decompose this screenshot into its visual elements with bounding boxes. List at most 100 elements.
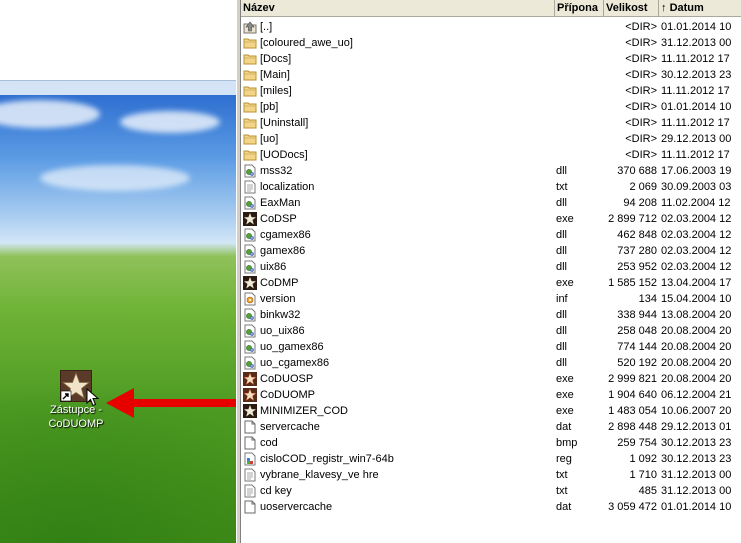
file-date: 01.01.2014 10	[661, 501, 732, 513]
file-size: 94 208	[623, 197, 657, 209]
dll-icon	[243, 164, 257, 178]
file-row[interactable]: uo_cgamex86 dll 520 192 20.08.2004 20	[241, 355, 741, 371]
file-date: 30.09.2003 03	[661, 181, 732, 193]
file-date: 11.11.2012 17	[661, 117, 730, 129]
file-date: 31.12.2013 00	[661, 485, 732, 497]
file-size: 1 092	[629, 453, 657, 465]
file-size: 462 848	[617, 229, 657, 241]
file-row[interactable]: EaxMan dll 94 208 11.02.2004 12	[241, 195, 741, 211]
file-row[interactable]: mss32 dll 370 688 17.06.2003 19	[241, 163, 741, 179]
file-extension: txt	[556, 181, 568, 193]
file-size: <DIR>	[625, 53, 657, 65]
file-extension: exe	[556, 373, 574, 385]
file-size: 2 069	[629, 181, 657, 193]
file-row[interactable]: localization txt 2 069 30.09.2003 03	[241, 179, 741, 195]
file-name: [miles]	[260, 85, 292, 97]
file-row[interactable]: MINIMIZER_COD exe 1 483 054 10.06.2007 20	[241, 403, 741, 419]
file-size: 774 144	[617, 341, 657, 353]
inf-file-icon	[243, 292, 257, 306]
file-name: CoDUOSP	[260, 373, 314, 385]
dll-icon	[243, 308, 257, 322]
file-date: 02.03.2004 12	[661, 213, 732, 225]
file-row[interactable]: CoDUOMP exe 1 904 640 06.12.2004 21	[241, 387, 741, 403]
file-row[interactable]: uo_uix86 dll 258 048 20.08.2004 20	[241, 323, 741, 339]
file-size: 2 999 821	[608, 373, 657, 385]
coduo-star-icon	[243, 372, 257, 386]
file-name: [UODocs]	[260, 149, 308, 161]
column-header-extension[interactable]: Přípona	[555, 0, 604, 16]
file-row[interactable]: cisloCOD_registr_win7-64b reg 1 092 30.12.2…	[241, 451, 741, 467]
file-extension: reg	[556, 453, 572, 465]
folder-icon	[243, 84, 257, 98]
file-row[interactable]: [UODocs] <DIR> 11.11.2012 17	[241, 147, 741, 163]
file-row[interactable]: CoDUOSP exe 2 999 821 20.08.2004 20	[241, 371, 741, 387]
desktop-shortcut-coduomp[interactable]: Zástupce - CoDUOMP	[40, 370, 112, 430]
column-header-size[interactable]: Velikost	[604, 0, 659, 16]
file-size: <DIR>	[625, 37, 657, 49]
file-extension: dll	[556, 245, 568, 257]
file-date: 11.11.2012 17	[661, 85, 730, 97]
file-row[interactable]: servercache dat 2 898 448 29.12.2013 01	[241, 419, 741, 435]
file-date: 06.12.2004 21	[661, 389, 732, 401]
file-row[interactable]: [Uninstall] <DIR> 11.11.2012 17	[241, 115, 741, 131]
file-date: 02.03.2004 12	[661, 229, 732, 241]
file-name: MINIMIZER_COD	[260, 405, 348, 417]
file-extension: dll	[556, 261, 568, 273]
file-date: 29.12.2013 00	[661, 133, 732, 145]
file-name: [..]	[260, 21, 273, 33]
file-size: 737 280	[617, 245, 657, 257]
file-row[interactable]: vybrane_klavesy_ve hre txt 1 710 31.12.2013…	[241, 467, 741, 483]
file-extension: exe	[556, 213, 574, 225]
file-date: 20.08.2004 20	[661, 341, 732, 353]
file-extension: bmp	[556, 437, 578, 449]
file-icon	[243, 500, 257, 514]
file-name: cgamex86	[260, 229, 311, 241]
file-row[interactable]: [miles] <DIR> 11.11.2012 17	[241, 83, 741, 99]
file-row[interactable]: cgamex86 dll 462 848 02.03.2004 12	[241, 227, 741, 243]
shortcut-label-line2: CoDUOMP	[48, 418, 104, 430]
file-row[interactable]: [coloured_awe_uo] <DIR> 31.12.2013 00	[241, 35, 741, 51]
file-row[interactable]: [Docs] <DIR> 11.11.2012 17	[241, 51, 741, 67]
column-header-bar: Název Přípona Velikost ↑ Datum	[241, 0, 741, 17]
file-row[interactable]: cod bmp 259 754 30.12.2013 23	[241, 435, 741, 451]
file-date: 31.12.2013 00	[661, 469, 732, 481]
file-row[interactable]: CoDSP exe 2 899 712 02.03.2004 12	[241, 211, 741, 227]
file-row[interactable]: [uo] <DIR> 29.12.2013 00	[241, 131, 741, 147]
file-size: <DIR>	[625, 149, 657, 161]
file-row[interactable]: [pb] <DIR> 01.01.2014 10	[241, 99, 741, 115]
file-date: 30.12.2013 23	[661, 69, 732, 81]
column-header-name[interactable]: Název	[241, 0, 555, 16]
file-name: [Docs]	[260, 53, 292, 65]
file-icon	[243, 420, 257, 434]
file-date: 02.03.2004 12	[661, 261, 732, 273]
column-header-date-label: Datum	[669, 2, 704, 14]
file-row[interactable]: uix86 dll 253 952 02.03.2004 12	[241, 259, 741, 275]
file-size: 134	[638, 293, 657, 305]
file-row[interactable]: [Main] <DIR> 30.12.2013 23	[241, 67, 741, 83]
file-size: 520 192	[617, 357, 657, 369]
file-row[interactable]: uo_gamex86 dll 774 144 20.08.2004 20	[241, 339, 741, 355]
file-date: 01.01.2014 10	[661, 21, 732, 33]
file-name: uix86	[260, 261, 287, 273]
file-row[interactable]: [..] <DIR> 01.01.2014 10	[241, 19, 741, 35]
text-file-icon	[243, 180, 257, 194]
file-row[interactable]: gamex86 dll 737 280 02.03.2004 12	[241, 243, 741, 259]
file-date: 10.06.2007 20	[661, 405, 732, 417]
file-row[interactable]: cd key txt 485 31.12.2013 00	[241, 483, 741, 499]
file-extension: dll	[556, 341, 568, 353]
file-row[interactable]: uoservercache dat 3 059 472 01.01.2014 10	[241, 499, 741, 515]
dll-icon	[243, 324, 257, 338]
column-header-date[interactable]: ↑ Datum	[659, 0, 741, 16]
file-row[interactable]: version inf 134 15.04.2004 10	[241, 291, 741, 307]
file-name: cod	[260, 437, 278, 449]
coduo-star-icon	[243, 388, 257, 402]
file-row[interactable]: binkw32 dll 338 944 13.08.2004 20	[241, 307, 741, 323]
file-name: [Uninstall]	[260, 117, 309, 129]
text-file-icon	[243, 468, 257, 482]
red-arrow-annotation	[106, 388, 236, 418]
file-row[interactable]: CoDMP exe 1 585 152 13.04.2004 17	[241, 275, 741, 291]
shortcut-label-line1: Zástupce -	[50, 404, 102, 416]
file-date: 20.08.2004 20	[661, 325, 732, 337]
file-name: [uo]	[260, 133, 279, 145]
folder-icon	[243, 68, 257, 82]
